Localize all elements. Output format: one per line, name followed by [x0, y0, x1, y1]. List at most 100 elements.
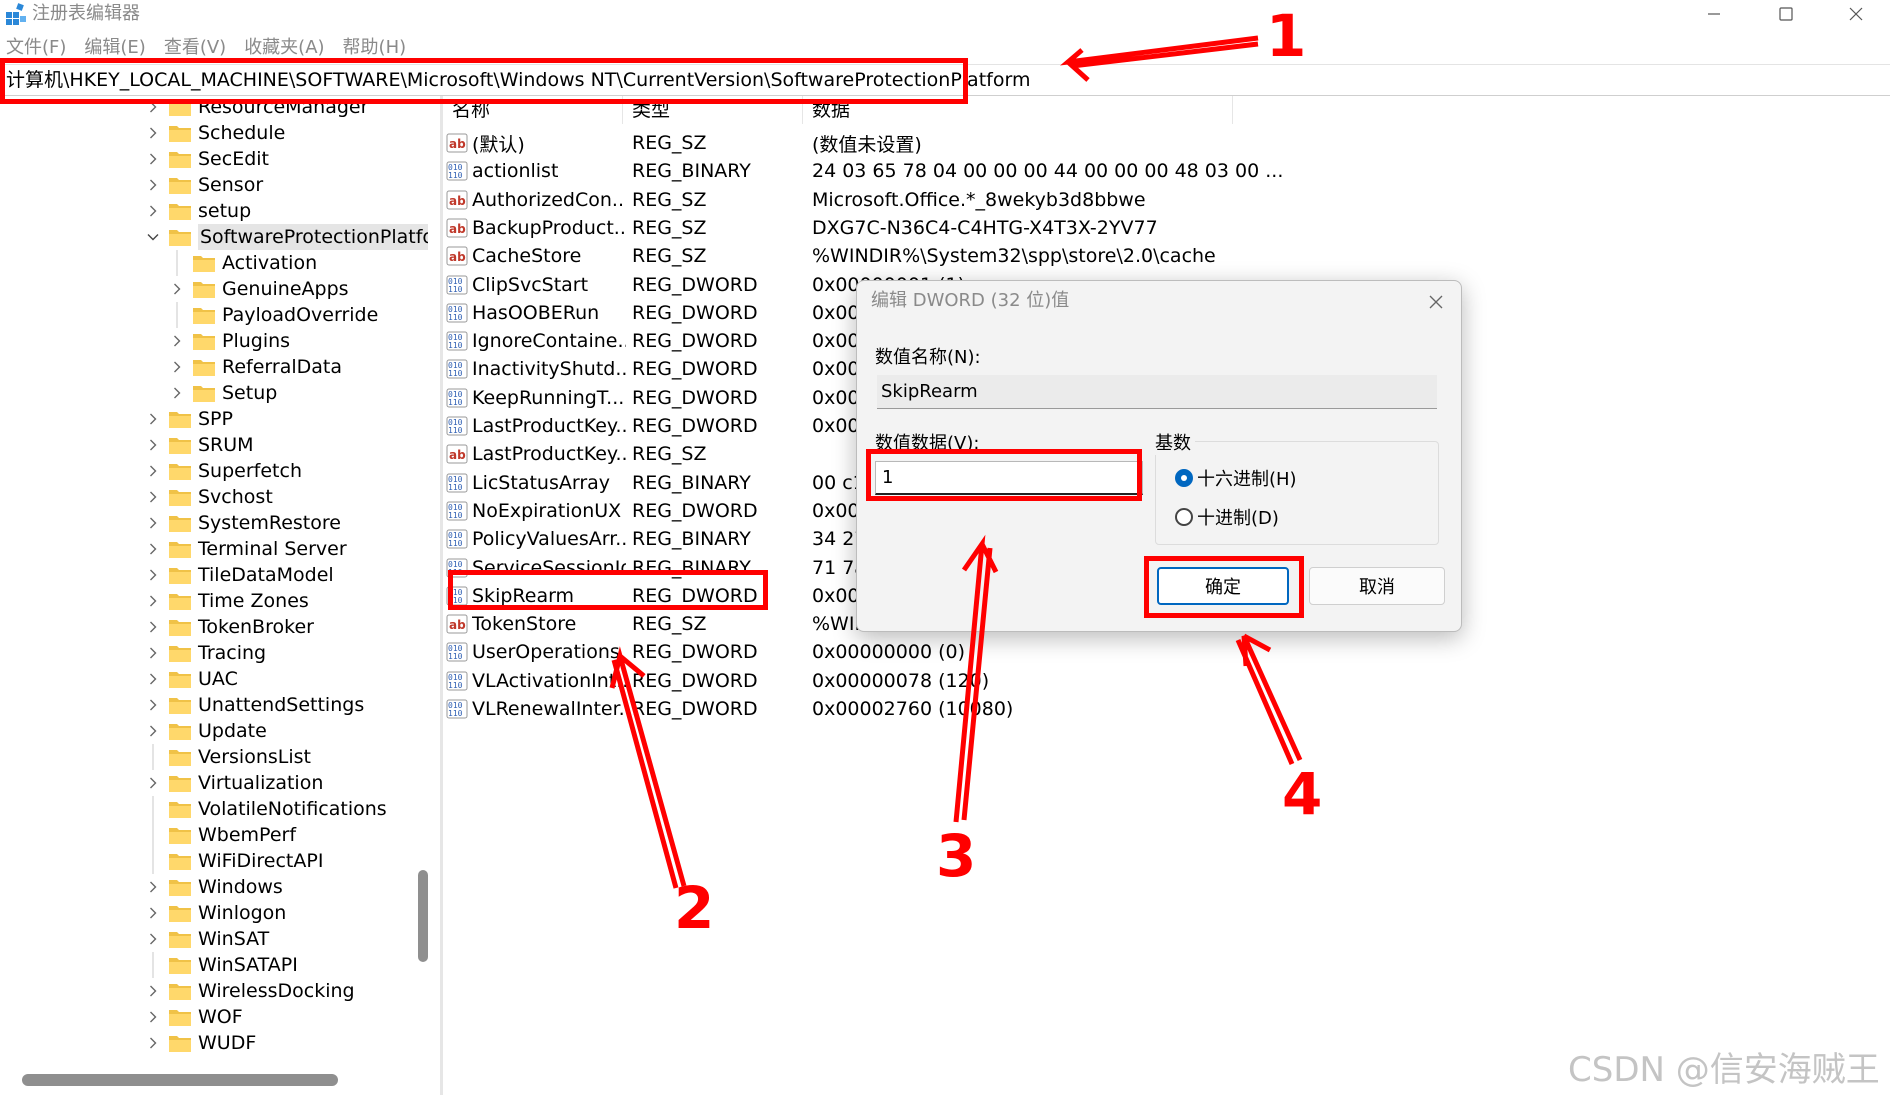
- tree-item[interactable]: SoftwareProtectionPlatfo: [146, 224, 428, 250]
- tree-item[interactable]: Tracing: [146, 640, 266, 666]
- chevron-right-icon[interactable]: [146, 432, 160, 458]
- value-name: ClipSvcStart: [472, 274, 589, 296]
- chevron-right-icon[interactable]: [170, 276, 184, 302]
- menu-view[interactable]: 查看(V): [158, 34, 238, 60]
- menu-help[interactable]: 帮助(H): [337, 34, 419, 60]
- value-row[interactable]: ab BackupProduct... REG_SZ DXG7C-N36C4-C4HT…: [446, 214, 1346, 242]
- value-row[interactable]: ab (默认) REG_SZ (数值未设置): [446, 129, 1346, 157]
- tree-item[interactable]: UAC: [146, 666, 238, 692]
- dialog-close-button[interactable]: [1423, 289, 1449, 315]
- chevron-right-icon[interactable]: [146, 406, 160, 432]
- tree-item[interactable]: Schedule: [146, 120, 285, 146]
- chevron-right-icon[interactable]: [146, 640, 160, 666]
- tree-item[interactable]: WinSATAPI: [146, 952, 298, 978]
- tree-horizontal-scrollbar[interactable]: [22, 1074, 338, 1086]
- chevron-right-icon[interactable]: [146, 692, 160, 718]
- value-type: REG_DWORD: [632, 330, 758, 352]
- tree-item[interactable]: Windows: [146, 874, 283, 900]
- tree-item[interactable]: Terminal Server: [146, 536, 347, 562]
- minimize-button[interactable]: [1684, 0, 1744, 28]
- tree-item[interactable]: WiFiDirectAPI: [146, 848, 323, 874]
- value-row[interactable]: ab AuthorizedCon... REG_SZ Microsoft.Office…: [446, 186, 1346, 214]
- value-row[interactable]: 010 110 VLRenewalInter... REG_DWORD 0x000027…: [446, 695, 1346, 723]
- tree-item[interactable]: PayloadOverride: [170, 302, 378, 328]
- chevron-right-icon[interactable]: [170, 328, 184, 354]
- chevron-right-icon[interactable]: [170, 354, 184, 380]
- radio-hex-indicator[interactable]: [1175, 469, 1193, 487]
- chevron-right-icon[interactable]: [146, 510, 160, 536]
- chevron-right-icon[interactable]: [146, 1030, 160, 1056]
- radio-dec[interactable]: 十进制(D): [1175, 504, 1279, 530]
- value-row[interactable]: 010 110 actionlist REG_BINARY 24 03 65 78 04…: [446, 157, 1346, 185]
- radio-dec-indicator[interactable]: [1175, 508, 1193, 526]
- chevron-right-icon[interactable]: [146, 1004, 160, 1030]
- chevron-right-icon[interactable]: [146, 874, 160, 900]
- chevron-right-icon[interactable]: [146, 978, 160, 1004]
- watermark: CSDN @信安海贼王: [1568, 1050, 1880, 1090]
- chevron-right-icon[interactable]: [146, 146, 160, 172]
- chevron-right-icon[interactable]: [146, 718, 160, 744]
- chevron-right-icon[interactable]: [146, 900, 160, 926]
- tree-item[interactable]: Time Zones: [146, 588, 309, 614]
- value-row[interactable]: ab CacheStore REG_SZ %WINDIR%\System32\spp\…: [446, 242, 1346, 270]
- annotation-box-skiprearm: [448, 570, 768, 610]
- tree-item[interactable]: setup: [146, 198, 251, 224]
- chevron-right-icon[interactable]: [146, 770, 160, 796]
- tree-item[interactable]: Activation: [170, 250, 317, 276]
- tree-item[interactable]: WbemPerf: [146, 822, 296, 848]
- string-value-icon: ab: [446, 614, 468, 634]
- tree-item[interactable]: WUDF: [146, 1030, 256, 1056]
- tree-item[interactable]: TileDataModel: [146, 562, 334, 588]
- value-row[interactable]: 010 110 UserOperations REG_DWORD 0x00000000 …: [446, 638, 1346, 666]
- chevron-right-icon[interactable]: [146, 614, 160, 640]
- value-row[interactable]: 010 110 VLActivationInt... REG_DWORD 0x00000…: [446, 667, 1346, 695]
- key-tree[interactable]: ResourceManager Schedule SecEdit Sensor setu…: [0, 96, 428, 1071]
- maximize-button[interactable]: [1756, 0, 1816, 28]
- tree-item[interactable]: Virtualization: [146, 770, 323, 796]
- tree-item[interactable]: ReferralData: [170, 354, 342, 380]
- menu-file[interactable]: 文件(F): [0, 34, 78, 60]
- tree-line: [170, 250, 184, 276]
- chevron-right-icon[interactable]: [146, 562, 160, 588]
- chevron-right-icon[interactable]: [146, 198, 160, 224]
- tree-item[interactable]: SPP: [146, 406, 233, 432]
- pane-splitter[interactable]: [440, 96, 443, 1095]
- tree-item[interactable]: Superfetch: [146, 458, 302, 484]
- tree-item[interactable]: Svchost: [146, 484, 273, 510]
- tree-item[interactable]: SecEdit: [146, 146, 269, 172]
- chevron-right-icon[interactable]: [146, 926, 160, 952]
- tree-item[interactable]: Winlogon: [146, 900, 286, 926]
- radio-hex[interactable]: 十六进制(H): [1175, 465, 1297, 491]
- tree-item[interactable]: Setup: [170, 380, 277, 406]
- tree-item[interactable]: VersionsList: [146, 744, 311, 770]
- chevron-down-icon[interactable]: [146, 224, 160, 250]
- string-value-icon: ab: [446, 218, 468, 238]
- tree-item[interactable]: VolatileNotifications: [146, 796, 387, 822]
- chevron-right-icon[interactable]: [146, 484, 160, 510]
- tree-item[interactable]: Plugins: [170, 328, 290, 354]
- tree-item[interactable]: Sensor: [146, 172, 263, 198]
- tree-item[interactable]: WirelessDocking: [146, 978, 355, 1004]
- tree-item[interactable]: GenuineApps: [170, 276, 349, 302]
- chevron-right-icon[interactable]: [170, 380, 184, 406]
- tree-item[interactable]: SystemRestore: [146, 510, 341, 536]
- tree-item[interactable]: Update: [146, 718, 267, 744]
- cancel-button[interactable]: 取消: [1309, 567, 1445, 605]
- tree-item[interactable]: SRUM: [146, 432, 254, 458]
- tree-item[interactable]: UnattendSettings: [146, 692, 364, 718]
- value-type: REG_SZ: [632, 132, 707, 154]
- chevron-right-icon[interactable]: [146, 666, 160, 692]
- tree-item[interactable]: WOF: [146, 1004, 243, 1030]
- value-type: REG_SZ: [632, 189, 707, 211]
- menu-favorites[interactable]: 收藏夹(A): [238, 34, 336, 60]
- tree-item[interactable]: TokenBroker: [146, 614, 314, 640]
- tree-vertical-scrollbar[interactable]: [418, 870, 428, 962]
- tree-item[interactable]: WinSAT: [146, 926, 269, 952]
- close-button[interactable]: [1826, 0, 1886, 28]
- chevron-right-icon[interactable]: [146, 588, 160, 614]
- chevron-right-icon[interactable]: [146, 172, 160, 198]
- chevron-right-icon[interactable]: [146, 120, 160, 146]
- chevron-right-icon[interactable]: [146, 536, 160, 562]
- menu-edit[interactable]: 编辑(E): [78, 34, 157, 60]
- chevron-right-icon[interactable]: [146, 458, 160, 484]
